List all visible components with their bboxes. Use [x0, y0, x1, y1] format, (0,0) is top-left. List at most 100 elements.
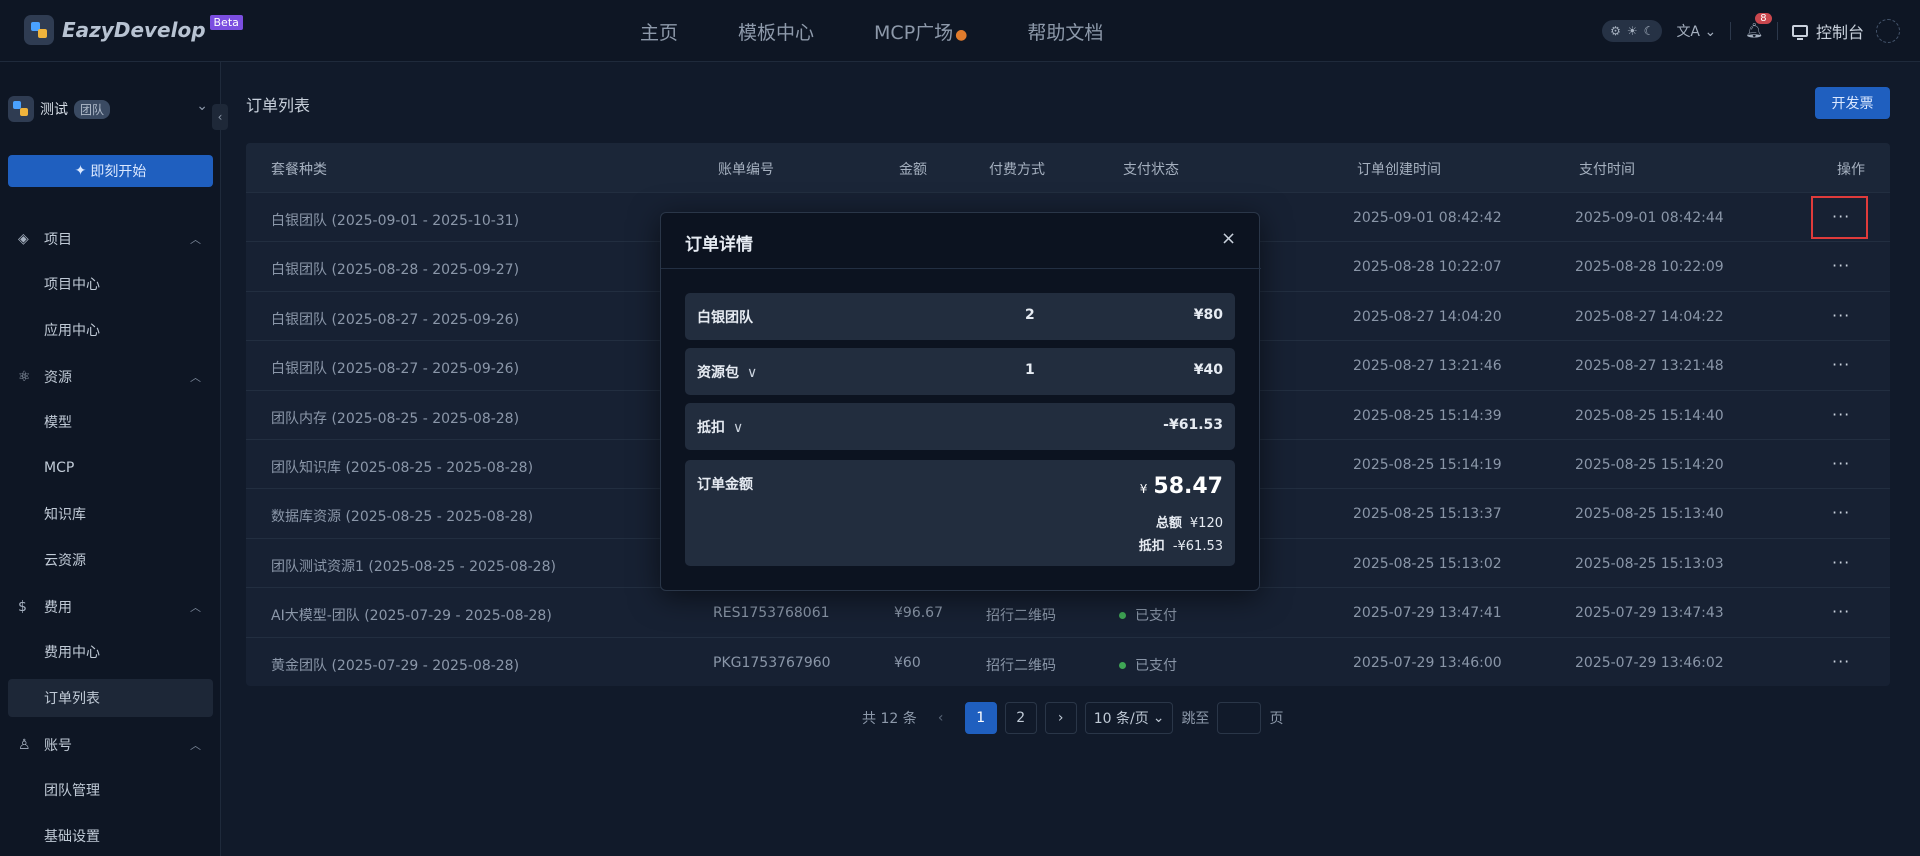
- package-cell: 白银团队 (2025-08-27 - 2025-09-26): [271, 311, 520, 328]
- highlight-box: [1811, 196, 1868, 239]
- sidebar-item-knowledge-base[interactable]: 知识库: [8, 495, 213, 533]
- col-paid-time: 支付时间: [1579, 162, 1635, 178]
- package-cell: 团队内存 (2025-08-25 - 2025-08-28): [271, 410, 520, 427]
- created-time-cell: 2025-07-29 13:46:00: [1353, 654, 1502, 671]
- total-count: 共 12 条: [862, 711, 917, 727]
- fire-icon: ●: [955, 26, 968, 43]
- item-name-wrap: 资源包 ∨: [697, 362, 757, 382]
- invoice-button[interactable]: 开发票: [1815, 87, 1890, 119]
- next-page-button[interactable]: ›: [1044, 702, 1077, 734]
- page-2-button[interactable]: 2: [1004, 702, 1037, 734]
- translate-icon[interactable]: 文A ⌄: [1676, 21, 1716, 41]
- sidebar-item-team-management[interactable]: 团队管理: [8, 771, 213, 809]
- created-time-cell: 2025-08-25 15:14:19: [1353, 457, 1502, 473]
- paid-time-cell: 2025-08-25 15:14:20: [1575, 457, 1724, 473]
- created-time-cell: 2025-08-27 14:04:20: [1353, 308, 1502, 325]
- pagination: 共 12 条 ‹ 1 2 › 10 条/页 ⌄ 跳至 页: [862, 702, 1283, 734]
- sidebar-item-project-center[interactable]: 项目中心: [8, 265, 213, 303]
- package-cell: 团队知识库 (2025-08-25 - 2025-08-28): [271, 460, 534, 476]
- start-now-button[interactable]: ✦ 即刻开始: [8, 155, 213, 187]
- deduct-label: 抵扣: [1138, 539, 1165, 554]
- avatar[interactable]: [1876, 19, 1900, 43]
- order-item-row[interactable]: 资源包 ∨ 1 ¥40: [685, 348, 1235, 395]
- nav-home[interactable]: 主页: [640, 18, 678, 45]
- nav-help[interactable]: 帮助文档: [1027, 18, 1103, 45]
- sidebar-item-basic-settings[interactable]: 基础设置: [8, 817, 213, 855]
- jump-label: 跳至: [1181, 711, 1210, 727]
- nav-templates[interactable]: 模板中心: [738, 18, 814, 45]
- more-actions-icon[interactable]: ···: [1832, 503, 1850, 522]
- notification-bell-icon[interactable]: 🔔︎ 8: [1745, 13, 1772, 39]
- item-qty: 1: [1025, 362, 1035, 378]
- theme-switch[interactable]: ⚙ ☀ ☾: [1602, 20, 1663, 42]
- col-created-time: 订单创建时间: [1357, 162, 1441, 178]
- team-name: 测试: [40, 102, 68, 118]
- page-1-button[interactable]: 1: [964, 702, 997, 734]
- page-size-select[interactable]: 10 条/页 ⌄: [1084, 702, 1174, 734]
- paid-time-cell: 2025-08-25 15:13:40: [1575, 506, 1724, 523]
- chevron-down-icon[interactable]: ∨: [747, 365, 757, 381]
- table-header: 套餐种类 账单编号 金额 付费方式 支付状态 订单创建时间 支付时间 操作: [246, 143, 1890, 192]
- deduct-line: 抵扣 -¥61.53: [1139, 535, 1223, 554]
- sidebar-item-cloud-resources[interactable]: 云资源: [8, 541, 213, 579]
- total-label: 总额: [1155, 516, 1182, 531]
- pay-method-cell: 招行二维码: [986, 657, 1056, 674]
- sidebar-item-models[interactable]: 模型: [8, 403, 213, 441]
- brand[interactable]: EazyDevelop Beta: [24, 14, 247, 45]
- nav-mcp[interactable]: MCP广场 ●: [874, 18, 967, 45]
- col-actions: 操作: [1837, 162, 1865, 178]
- paid-time-cell: 2025-08-27 13:21:48: [1575, 358, 1724, 375]
- paid-time-cell: 2025-07-29 13:47:43: [1575, 605, 1724, 622]
- more-actions-icon[interactable]: ···: [1832, 652, 1850, 671]
- nav-mcp-label: MCP广场: [874, 21, 954, 44]
- paid-time-cell: 2025-09-01 08:42:44: [1575, 210, 1724, 226]
- team-switcher[interactable]: 测试 团队 ⌄: [8, 92, 208, 126]
- sidebar-item-app-center[interactable]: 应用中心: [8, 311, 213, 349]
- order-detail-modal: 订单详情 × 白银团队 2 ¥80 资源包 ∨ 1 ¥40 抵扣 ∨ -¥61.53…: [660, 212, 1261, 591]
- jump-page-input[interactable]: [1217, 702, 1262, 734]
- more-actions-icon[interactable]: ···: [1832, 553, 1850, 572]
- more-actions-icon[interactable]: ···: [1832, 355, 1850, 374]
- sidebar-group-projects[interactable]: ◈ 项目 ︿: [0, 216, 221, 262]
- beta-badge: Beta: [209, 14, 243, 30]
- created-time-cell: 2025-08-25 15:14:39: [1353, 407, 1502, 424]
- sidebar-group-billing[interactable]: $ 费用 ︿: [0, 584, 221, 630]
- user-icon: ♙: [18, 737, 31, 753]
- sidebar-group-account[interactable]: ♙ 账号 ︿: [0, 722, 221, 768]
- deduct-value: -¥61.53: [1172, 539, 1223, 554]
- table-row: 黄金团队 (2025-07-29 - 2025-08-28) PKG1753767…: [246, 636, 1890, 686]
- more-actions-icon[interactable]: ···: [1832, 256, 1850, 275]
- created-time-cell: 2025-09-01 08:42:42: [1353, 210, 1502, 226]
- more-actions-icon[interactable]: ···: [1832, 405, 1850, 424]
- chevron-down-icon[interactable]: ∨: [733, 420, 743, 436]
- item-name: 资源包: [697, 365, 739, 381]
- sidebar-group-resources[interactable]: ⚛ 资源 ︿: [0, 354, 221, 400]
- pay-status-cell: 已支付: [1119, 605, 1177, 625]
- more-actions-icon[interactable]: ···: [1832, 602, 1850, 621]
- sidebar-item-order-list[interactable]: 订单列表: [8, 679, 213, 717]
- more-actions-icon[interactable]: ···: [1832, 454, 1850, 473]
- light-theme-icon[interactable]: ☀: [1627, 24, 1638, 38]
- group-label: 账号: [44, 738, 72, 754]
- deduction-row[interactable]: 抵扣 ∨ -¥61.53: [685, 403, 1235, 450]
- chevron-down-icon: ⌄: [1152, 710, 1165, 726]
- package-cell: 团队测试资源1 (2025-08-25 - 2025-08-28): [271, 558, 556, 575]
- bill-id-cell: PKG1753767960: [713, 654, 831, 671]
- paid-time-cell: 2025-07-29 13:46:02: [1575, 654, 1724, 671]
- system-theme-icon[interactable]: ⚙: [1610, 24, 1621, 38]
- deduction-price: -¥61.53: [1163, 417, 1223, 433]
- prev-page-button[interactable]: ‹: [925, 702, 957, 734]
- collapse-sidebar-button[interactable]: ‹: [212, 104, 228, 130]
- console-button[interactable]: 控制台: [1791, 19, 1864, 43]
- package-cell: 白银团队 (2025-09-01 - 2025-10-31): [271, 213, 520, 229]
- sidebar: 测试 团队 ⌄ ✦ 即刻开始 ◈ 项目 ︿ 项目中心 应用中心 ⚛ 资源 ︿ 模…: [0, 62, 221, 856]
- chevron-up-icon: ︿: [190, 371, 201, 384]
- more-actions-icon[interactable]: ···: [1832, 306, 1850, 325]
- dark-theme-icon[interactable]: ☾: [1644, 24, 1655, 38]
- status-dot-icon: [1119, 661, 1126, 669]
- col-pay-method: 付费方式: [989, 162, 1045, 178]
- pay-method-cell: 招行二维码: [986, 608, 1056, 625]
- close-icon[interactable]: ×: [1221, 228, 1236, 249]
- sidebar-item-billing-center[interactable]: 费用中心: [8, 633, 213, 671]
- sidebar-item-mcp[interactable]: MCP: [8, 449, 213, 487]
